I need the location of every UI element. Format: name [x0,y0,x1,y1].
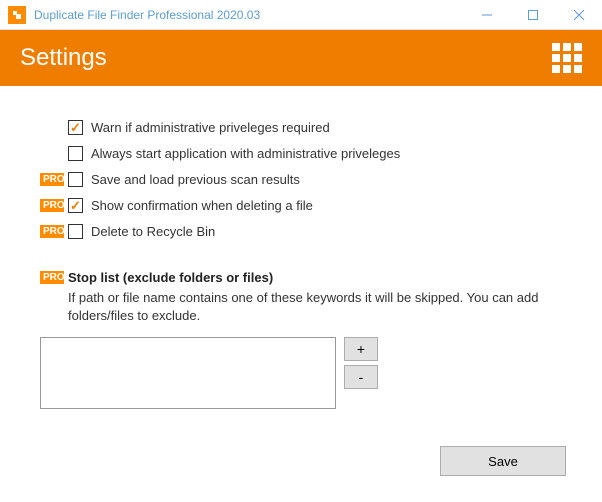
pro-badge: PRO [40,225,64,238]
maximize-icon [528,10,538,20]
checkbox-always-admin[interactable] [68,146,83,161]
page-title: Settings [20,44,552,72]
pro-badge: PRO [40,173,64,186]
stoplist-section: PRO Stop list (exclude folders or files)… [40,270,562,409]
app-icon [8,6,26,24]
option-confirm-delete: PRO Show confirmation when deleting a fi… [40,192,562,218]
option-warn-admin: Warn if administrative priveleges requir… [40,114,562,140]
stoplist-title: Stop list (exclude folders or files) [68,270,273,285]
maximize-button[interactable] [510,0,556,29]
window-controls [464,0,602,29]
content-area: Warn if administrative priveleges requir… [0,86,602,502]
save-button[interactable]: Save [440,446,566,476]
close-icon [574,10,584,20]
stoplist-description: If path or file name contains one of the… [68,289,562,325]
page-header: Settings [0,30,602,86]
minimize-button[interactable] [464,0,510,29]
checkbox-confirm-delete[interactable] [68,198,83,213]
option-always-admin: Always start application with administra… [40,140,562,166]
titlebar: Duplicate File Finder Professional 2020.… [0,0,602,30]
checkbox-recycle-bin[interactable] [68,224,83,239]
checkbox-warn-admin[interactable] [68,120,83,135]
option-label[interactable]: Warn if administrative priveleges requir… [91,120,330,135]
option-save-load-results: PRO Save and load previous scan results [40,166,562,192]
pro-badge: PRO [40,199,64,212]
option-recycle-bin: PRO Delete to Recycle Bin [40,218,562,244]
stoplist-listbox[interactable] [40,337,336,409]
checkbox-save-load-results[interactable] [68,172,83,187]
minimize-icon [482,10,492,20]
pro-badge: PRO [40,271,64,284]
close-button[interactable] [556,0,602,29]
option-label[interactable]: Always start application with administra… [91,146,400,161]
titlebar-title: Duplicate File Finder Professional 2020.… [34,8,464,22]
option-label[interactable]: Show confirmation when deleting a file [91,198,313,213]
stoplist-remove-button[interactable]: - [344,365,378,389]
option-label[interactable]: Delete to Recycle Bin [91,224,215,239]
option-label[interactable]: Save and load previous scan results [91,172,300,187]
menu-grid-icon[interactable] [552,43,582,73]
stoplist-add-button[interactable]: + [344,337,378,361]
